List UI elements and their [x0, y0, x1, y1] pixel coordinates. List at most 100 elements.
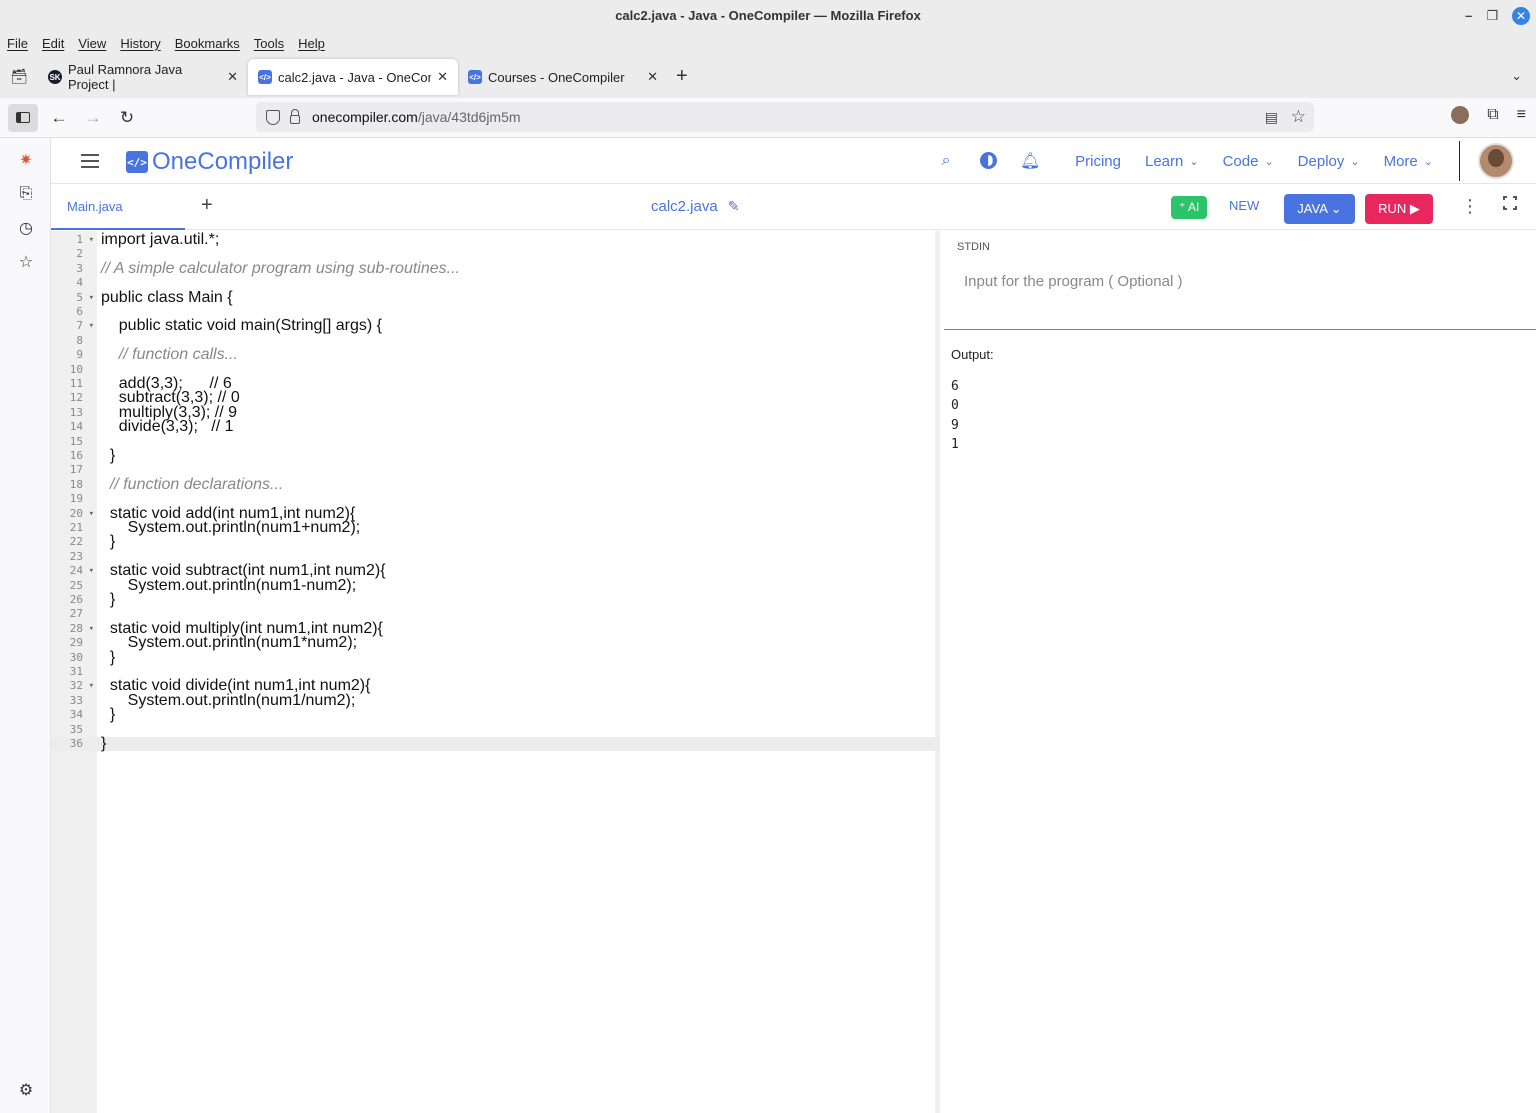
- new-tab-icon[interactable]: +: [676, 65, 688, 88]
- tab-courses[interactable]: </> Courses - OneCompiler ✕: [458, 59, 668, 95]
- line-number: 28: [51, 622, 97, 637]
- url-bar[interactable]: onecompiler.com/java/43td6jm5m ▤ ☆: [256, 102, 1314, 132]
- code-line[interactable]: }: [101, 447, 115, 463]
- output-line: 1: [951, 436, 959, 452]
- search-icon[interactable]: ⌕: [925, 152, 967, 170]
- extensions-icon[interactable]: ⧉: [1487, 106, 1498, 124]
- output-text: 6 0 9 1: [951, 377, 959, 454]
- menu-view[interactable]: View: [78, 36, 106, 51]
- tab-favicon: </>: [468, 70, 482, 84]
- settings-gear-icon[interactable]: ⚙: [16, 1080, 36, 1100]
- nav-learn[interactable]: Learn ⌄: [1145, 153, 1199, 170]
- tab-close-icon[interactable]: ✕: [437, 69, 448, 85]
- code-line[interactable]: System.out.println(num1+num2);: [101, 519, 361, 535]
- synced-tabs-icon[interactable]: ⎘: [16, 185, 36, 203]
- line-number: 9: [76, 348, 83, 362]
- menu-help[interactable]: Help: [298, 36, 325, 51]
- line-number: 22: [69, 535, 83, 549]
- nav-pricing[interactable]: Pricing: [1075, 153, 1121, 170]
- restore-icon[interactable]: ❐: [1486, 0, 1498, 32]
- menu-file[interactable]: File: [7, 36, 28, 51]
- hamburger-menu-icon[interactable]: [81, 154, 99, 168]
- ai-chatbot-icon[interactable]: ✷: [16, 150, 36, 170]
- menu-edit[interactable]: Edit: [42, 36, 64, 51]
- code-line[interactable]: import java.util.*;: [101, 231, 219, 247]
- pencil-icon[interactable]: ✎: [728, 198, 740, 215]
- sidebar-toggle-icon[interactable]: [8, 103, 38, 132]
- language-select-button[interactable]: JAVA ⌄: [1284, 194, 1355, 224]
- tab-close-icon[interactable]: ✕: [227, 69, 238, 85]
- tab-favicon: SK: [48, 70, 62, 84]
- theme-toggle-icon[interactable]: [967, 152, 1009, 170]
- line-number: 14: [69, 420, 83, 434]
- forward-icon[interactable]: →: [76, 108, 110, 128]
- app-header: </> OneCompiler ⌕ 🔔︎ Pricing Learn ⌄ Code…: [51, 138, 1536, 184]
- code-line[interactable]: // A simple calculator program using sub…: [101, 260, 460, 276]
- nav-more[interactable]: More ⌄: [1384, 153, 1433, 170]
- stdin-divider: [944, 329, 1536, 330]
- fullscreen-icon[interactable]: [1501, 194, 1519, 212]
- tab-close-icon[interactable]: ✕: [647, 69, 658, 85]
- line-number: 10: [69, 362, 83, 376]
- url-text[interactable]: onecompiler.com/java/43td6jm5m: [312, 109, 521, 125]
- code-line[interactable]: }: [101, 649, 115, 665]
- code-editor[interactable]: 1 import java.util.*; 23 // A simple calcul…: [51, 231, 940, 1113]
- code-line[interactable]: }: [101, 591, 115, 607]
- line-number: 11: [69, 377, 83, 390]
- nav-code[interactable]: Code ⌄: [1223, 153, 1274, 170]
- line-number: 24: [51, 564, 97, 579]
- tab-paul-ramnora[interactable]: SK Paul Ramnora Java Project | ✕: [38, 59, 248, 95]
- stdin-label: STDIN: [957, 241, 990, 253]
- app-menu-icon[interactable]: ≡: [1517, 106, 1526, 124]
- line-number: 27: [69, 607, 83, 621]
- line-number: 13: [69, 405, 83, 419]
- back-icon[interactable]: ←: [42, 108, 76, 128]
- stdin-input[interactable]: Input for the program ( Optional ): [964, 273, 1182, 290]
- reader-view-icon[interactable]: ▤: [1265, 109, 1278, 126]
- menu-bookmarks[interactable]: Bookmarks: [175, 36, 240, 51]
- line-number: 32: [51, 679, 97, 694]
- shield-icon[interactable]: [266, 109, 280, 125]
- file-tab-main[interactable]: Main.java: [51, 184, 185, 230]
- line-number: 34: [69, 708, 83, 722]
- code-line[interactable]: System.out.println(num1/num2);: [101, 692, 356, 708]
- tab-list-icon[interactable]: 🗃: [0, 68, 38, 85]
- profile-extension-icon[interactable]: [1451, 106, 1470, 124]
- code-line[interactable]: System.out.println(num1*num2);: [101, 634, 357, 650]
- code-line[interactable]: }: [101, 735, 106, 751]
- code-line[interactable]: // function declarations...: [101, 476, 283, 492]
- line-number: 25: [69, 578, 83, 592]
- editor-toolbar: Main.java + calc2.java ✎ ⁺ AI NEW JAVA ⌄…: [51, 184, 1536, 230]
- code-line[interactable]: public static void main(String[] args) {: [101, 318, 382, 334]
- line-number: 2: [76, 247, 83, 261]
- more-options-icon[interactable]: ⋮: [1461, 196, 1479, 217]
- onecompiler-logo[interactable]: </> OneCompiler: [126, 148, 293, 176]
- run-button[interactable]: RUN ▶: [1365, 194, 1433, 224]
- new-button[interactable]: NEW: [1229, 198, 1259, 213]
- tab-calc2[interactable]: </> calc2.java - Java - OneComp ✕: [248, 59, 458, 95]
- code-line[interactable]: }: [101, 534, 115, 550]
- add-file-icon[interactable]: +: [201, 194, 213, 217]
- menu-history[interactable]: History: [120, 36, 160, 51]
- ai-button[interactable]: ⁺ AI: [1171, 196, 1208, 219]
- minimize-icon[interactable]: –: [1465, 0, 1472, 32]
- chevron-down-icon[interactable]: ⌄: [1511, 68, 1522, 84]
- menu-tools[interactable]: Tools: [254, 36, 284, 51]
- code-line[interactable]: // function calls...: [101, 346, 238, 362]
- lock-icon[interactable]: [290, 109, 300, 124]
- bookmark-star-icon[interactable]: ☆: [1291, 107, 1306, 127]
- code-line[interactable]: }: [101, 706, 115, 722]
- code-line[interactable]: divide(3,3); // 1: [101, 418, 234, 434]
- avatar[interactable]: [1478, 143, 1514, 179]
- code-line[interactable]: public class Main {: [101, 289, 233, 305]
- bookmarks-icon[interactable]: ☆: [16, 252, 36, 272]
- file-name[interactable]: calc2.java ✎: [651, 198, 739, 215]
- active-line-highlight: [51, 737, 940, 752]
- close-window-icon[interactable]: ✕: [1512, 7, 1530, 25]
- code-line[interactable]: System.out.println(num1-num2);: [101, 577, 357, 593]
- history-icon[interactable]: ◷: [16, 218, 36, 238]
- chevron-down-icon: ⌄: [1264, 155, 1274, 168]
- bell-icon[interactable]: 🔔︎: [1009, 151, 1051, 171]
- nav-deploy[interactable]: Deploy ⌄: [1298, 153, 1360, 170]
- reload-icon[interactable]: ↻: [110, 108, 144, 128]
